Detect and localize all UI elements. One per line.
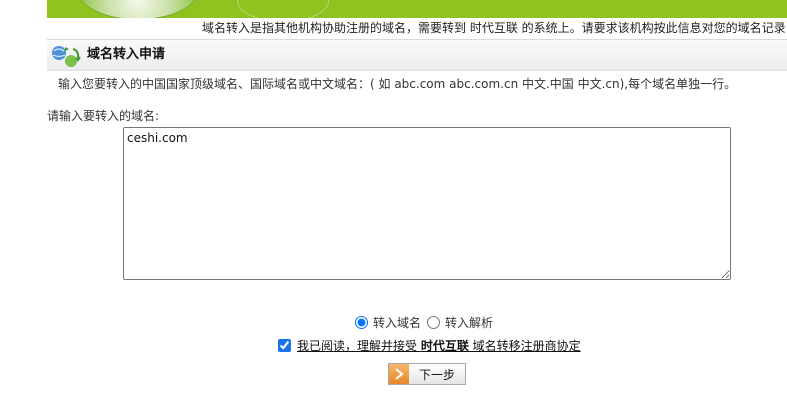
- section-header: 域名转入申请: [47, 40, 787, 71]
- agreement-checkbox[interactable]: [278, 338, 291, 352]
- agreement-prefix: 我已阅读，理解并接受: [297, 338, 421, 353]
- next-step-button[interactable]: 下一步: [388, 363, 466, 385]
- banner-decoration: [237, 0, 329, 18]
- transfer-dns-label: 转入解析: [445, 315, 494, 330]
- domain-input-label: 请输入要转入的域名:: [47, 109, 160, 123]
- transfer-domain-radio[interactable]: [355, 315, 368, 329]
- notice-bar: 域名转入是指其他机构协助注册的域名，需要转到 时代互联 的系统上。请要求该机构按…: [47, 18, 787, 40]
- section-title: 域名转入申请: [87, 47, 166, 62]
- agreement-link[interactable]: 我已阅读，理解并接受 时代互联 域名转移注册商协定: [297, 337, 581, 354]
- instruction-text: 输入您要转入的中国国家顶级域名、国际域名或中文域名：( 如 abc.com ab…: [58, 77, 737, 91]
- transfer-type-options: 转入域名 转入解析: [355, 314, 499, 330]
- agreement-brand: 时代互联: [420, 338, 469, 353]
- agreement-suffix: 域名转移注册商协定: [468, 338, 581, 353]
- domain-transfer-icon: [52, 46, 81, 67]
- option-transfer-domain[interactable]: 转入域名: [355, 314, 421, 331]
- domain-textarea[interactable]: ceshi.com: [123, 127, 731, 280]
- top-banner: [47, 0, 787, 18]
- agreement-row: 我已阅读，理解并接受 时代互联 域名转移注册商协定: [278, 337, 581, 353]
- transfer-dns-radio[interactable]: [427, 315, 441, 329]
- notice-text: 域名转入是指其他机构协助注册的域名，需要转到 时代互联 的系统上。请要求该机构按…: [202, 21, 786, 35]
- banner-globe-graphic: [77, 0, 199, 18]
- arrow-right-icon: [389, 364, 409, 384]
- option-transfer-dns[interactable]: 转入解析: [427, 314, 493, 331]
- next-step-label: 下一步: [418, 367, 455, 382]
- transfer-domain-label: 转入域名: [373, 315, 422, 330]
